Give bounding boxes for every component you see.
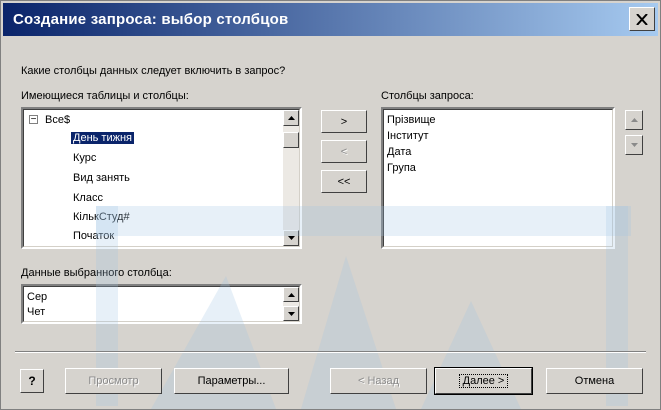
remove-all-columns-button[interactable]: << — [321, 170, 367, 193]
query-column-item[interactable]: Група — [387, 161, 416, 176]
arrow-down-icon — [287, 311, 295, 316]
available-columns-tree[interactable]: − Все$ День тижня Курс Вид занять Класс … — [21, 107, 302, 249]
close-icon — [636, 13, 648, 25]
footer-divider — [15, 351, 646, 353]
cancel-button[interactable]: Отмена — [546, 368, 643, 394]
query-column-item[interactable]: Прізвище — [387, 113, 436, 128]
query-column-item[interactable]: Інститут — [387, 129, 429, 144]
arrow-down-icon — [287, 236, 295, 240]
tree-item[interactable]: КількСтуд# — [73, 209, 130, 225]
title-bar: Создание запроса: выбор столбцов — [3, 3, 658, 36]
column-data-item[interactable]: Сер — [27, 290, 47, 305]
available-columns-label: Имеющиеся таблицы и столбцы: — [21, 90, 189, 102]
move-up-button[interactable] — [625, 110, 643, 130]
collapse-icon[interactable]: − — [29, 115, 38, 125]
scroll-up-button[interactable] — [283, 110, 299, 126]
query-column-item[interactable]: Дата — [387, 145, 411, 160]
arrow-up-icon — [287, 116, 295, 120]
column-data-list[interactable]: Сер Чет — [21, 284, 302, 324]
next-button-label: Далее > — [458, 374, 509, 388]
column-data-item[interactable]: Чет — [27, 305, 45, 320]
tree-item[interactable]: Вид занять — [73, 170, 130, 186]
arrow-up-icon — [287, 292, 295, 297]
add-column-button[interactable]: > — [321, 110, 367, 133]
scroll-thumb[interactable] — [283, 132, 299, 148]
window-title: Создание запроса: выбор столбцов — [13, 11, 289, 28]
help-button[interactable]: ? — [20, 369, 44, 393]
preview-button[interactable]: Просмотр — [65, 368, 162, 394]
available-columns-tree-frame — [23, 109, 300, 247]
query-columns-label: Столбцы запроса: — [381, 90, 474, 102]
query-columns-list[interactable]: Прізвище Інститут Дата Група — [381, 107, 615, 249]
help-icon: ? — [28, 374, 36, 388]
remove-column-button[interactable]: < — [321, 140, 367, 163]
arrow-down-icon — [630, 143, 638, 147]
column-data-scrollbar[interactable] — [283, 287, 299, 321]
query-wizard-dialog: Создание запроса: выбор столбцов Какие с… — [0, 0, 661, 410]
tree-scrollbar[interactable] — [283, 110, 299, 246]
tree-item[interactable]: День тижня — [71, 130, 135, 146]
column-data-list-frame — [23, 286, 300, 322]
next-button[interactable]: Далее > — [434, 367, 533, 395]
back-button[interactable]: < Назад — [330, 368, 427, 394]
arrow-up-icon — [630, 118, 638, 122]
scroll-down-button[interactable] — [283, 230, 299, 246]
column-data-label: Данные выбранного столбца: — [21, 267, 172, 279]
scroll-down-button[interactable] — [283, 306, 299, 321]
tree-item[interactable]: Курс — [73, 150, 96, 166]
tree-item[interactable]: Початок — [73, 228, 114, 244]
close-button[interactable] — [629, 7, 655, 31]
options-button[interactable]: Параметры... — [174, 368, 289, 394]
tree-root[interactable]: Все$ — [45, 112, 70, 128]
move-down-button[interactable] — [625, 135, 643, 155]
columns-prompt: Какие столбцы данных следует включить в … — [21, 65, 286, 77]
tree-item[interactable]: Класс — [73, 190, 103, 206]
scroll-up-button[interactable] — [283, 287, 299, 302]
